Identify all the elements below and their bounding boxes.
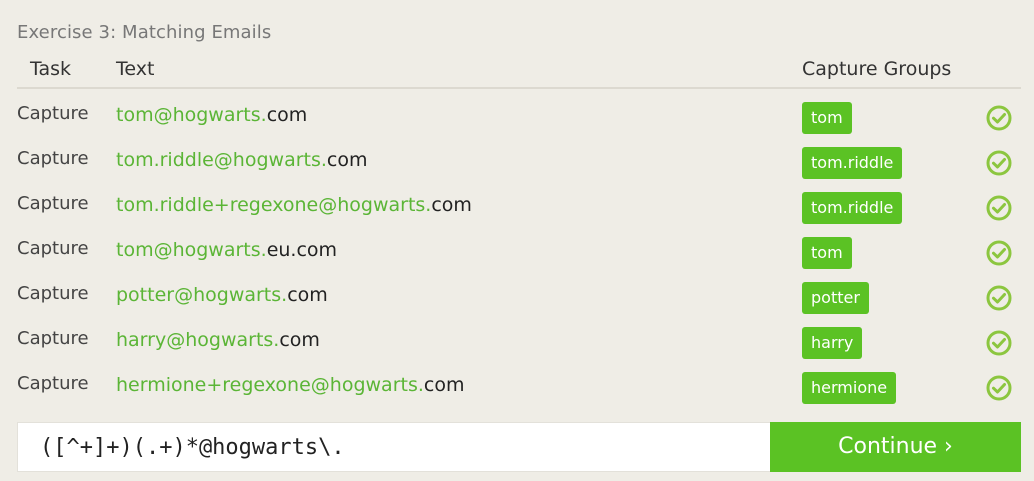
capture-group-badge: potter xyxy=(802,282,869,314)
unmatched-text: com xyxy=(423,374,465,396)
header-task: Task xyxy=(30,58,72,80)
regex-bar: Continue › xyxy=(17,422,1021,472)
unmatched-text: com xyxy=(431,194,472,216)
check-circle-icon xyxy=(986,195,1012,221)
matched-text: harry@hogwarts. xyxy=(116,329,280,351)
capture-group-badge: tom xyxy=(802,102,852,134)
unmatched-text: com xyxy=(287,284,328,306)
matched-text: tom.riddle+regexone@hogwarts. xyxy=(116,194,432,216)
task-label: Capture xyxy=(17,148,89,169)
task-label: Capture xyxy=(17,283,89,304)
task-label: Capture xyxy=(17,193,89,214)
task-text: tom@hogwarts.com xyxy=(116,104,307,126)
capture-group-badge: tom.riddle xyxy=(802,147,903,179)
regex-input[interactable] xyxy=(18,423,772,471)
capture-group-badge: harry xyxy=(802,327,863,359)
task-label: Capture xyxy=(17,103,89,124)
check-circle-icon xyxy=(986,375,1012,401)
check-circle-icon xyxy=(986,285,1012,311)
task-row: Capture hermione+regexone@hogwarts.com h… xyxy=(17,366,1021,411)
task-text: tom.riddle+regexone@hogwarts.com xyxy=(116,194,472,216)
task-list: Capture tom@hogwarts.com tom Capture tom… xyxy=(17,96,1021,411)
matched-text: hermione+regexone@hogwarts. xyxy=(116,374,424,396)
task-row: Capture tom@hogwarts.com tom xyxy=(17,96,1021,141)
header-capture-groups: Capture Groups xyxy=(802,58,952,80)
task-row: Capture harry@hogwarts.com harry xyxy=(17,321,1021,366)
task-row: Capture potter@hogwarts.com potter xyxy=(17,276,1021,321)
unmatched-text: com xyxy=(279,329,320,351)
unmatched-text: eu.com xyxy=(266,239,338,261)
capture-group-badge: tom xyxy=(802,237,852,269)
task-label: Capture xyxy=(17,238,89,259)
unmatched-text: com xyxy=(266,104,308,126)
task-row: Capture tom@hogwarts.eu.com tom xyxy=(17,231,1021,276)
header-text: Text xyxy=(116,58,155,80)
continue-button[interactable]: Continue › xyxy=(770,422,1021,472)
check-circle-icon xyxy=(986,105,1012,131)
matched-text: potter@hogwarts. xyxy=(116,284,288,306)
check-circle-icon xyxy=(986,330,1012,356)
task-row: Capture tom.riddle@hogwarts.com tom.ridd… xyxy=(17,141,1021,186)
task-label: Capture xyxy=(17,373,89,394)
task-text: tom.riddle@hogwarts.com xyxy=(116,149,368,171)
capture-group-badge: tom.riddle xyxy=(802,192,903,224)
matched-text: tom@hogwarts. xyxy=(116,239,267,261)
task-text: hermione+regexone@hogwarts.com xyxy=(116,374,465,396)
task-text: tom@hogwarts.eu.com xyxy=(116,239,337,261)
check-circle-icon xyxy=(986,240,1012,266)
task-row: Capture tom.riddle+regexone@hogwarts.com… xyxy=(17,186,1021,231)
capture-group-badge: hermione xyxy=(802,372,897,404)
task-text: potter@hogwarts.com xyxy=(116,284,328,306)
exercise-title: Exercise 3: Matching Emails xyxy=(17,22,272,43)
unmatched-text: com xyxy=(326,149,368,171)
table-header: Task Text Capture Groups xyxy=(17,56,1021,89)
matched-text: tom.riddle@hogwarts. xyxy=(116,149,327,171)
task-text: harry@hogwarts.com xyxy=(116,329,320,351)
check-circle-icon xyxy=(986,150,1012,176)
matched-text: tom@hogwarts. xyxy=(116,104,267,126)
task-label: Capture xyxy=(17,328,89,349)
